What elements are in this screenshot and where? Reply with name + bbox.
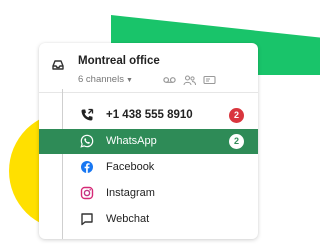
inbox-card: Montreal office 6 channels ▼ +1 438 555 … [39, 43, 258, 239]
inbox-icon [52, 60, 64, 70]
caret-down-icon: ▼ [125, 77, 133, 84]
card-icon[interactable] [203, 75, 216, 85]
channel-label: +1 438 555 8910 [106, 109, 193, 121]
channels-dropdown[interactable]: 6 channels ▼ [78, 74, 133, 85]
channel-item-phone[interactable]: +1 438 555 8910 2 [69, 103, 258, 128]
tree-connector-line [62, 89, 63, 239]
facebook-icon [81, 161, 93, 173]
inbox-header[interactable]: Montreal office 6 channels ▼ [39, 43, 258, 90]
whatsapp-icon [80, 134, 94, 148]
channel-label: WhatsApp [106, 135, 157, 147]
webchat-icon [81, 213, 93, 226]
users-icon[interactable] [183, 75, 196, 85]
voicemail-icon[interactable] [163, 75, 176, 85]
phone-icon [81, 108, 94, 121]
channel-item-facebook[interactable]: Facebook [69, 155, 258, 180]
channel-list: +1 438 555 8910 2 WhatsApp 2 Facebook In… [39, 103, 258, 233]
inbox-title: Montreal office [78, 55, 160, 67]
unread-badge: 2 [229, 134, 244, 149]
header-divider [39, 92, 258, 93]
instagram-icon [80, 186, 94, 200]
channel-item-whatsapp[interactable]: WhatsApp 2 [39, 129, 258, 154]
header-icon-group [163, 75, 216, 85]
channel-item-instagram[interactable]: Instagram [69, 181, 258, 206]
channel-label: Instagram [106, 187, 155, 199]
channel-item-webchat[interactable]: Webchat [69, 207, 258, 232]
channel-label: Webchat [106, 213, 150, 225]
channel-label: Facebook [106, 161, 155, 173]
unread-badge: 2 [229, 108, 244, 123]
channels-summary: 6 channels [78, 74, 124, 85]
